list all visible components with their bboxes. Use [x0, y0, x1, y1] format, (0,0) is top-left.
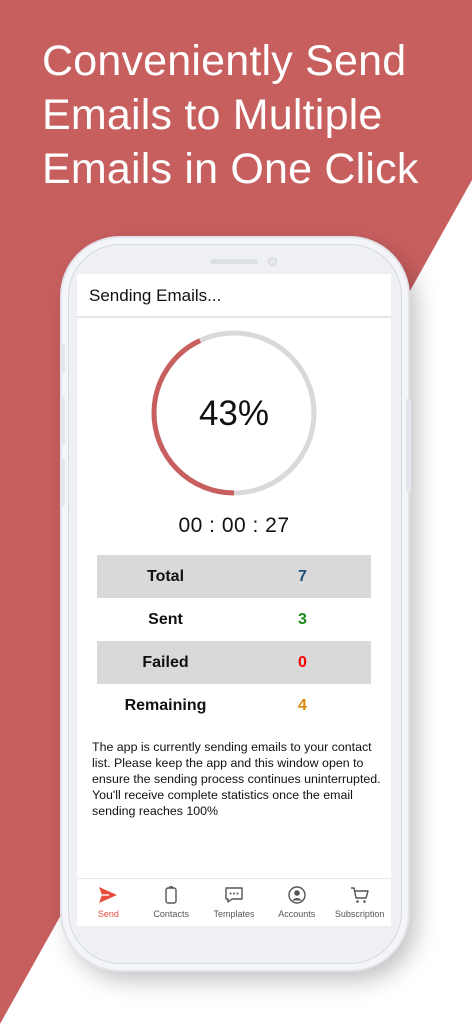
tab-accounts[interactable]: Accounts [265, 879, 328, 926]
volume-up-button [60, 397, 65, 445]
tab-label: Send [97, 909, 119, 919]
headline: Conveniently Send Emails to Multiple Ema… [42, 34, 462, 196]
stats-value-sent: 3 [298, 610, 307, 628]
tab-label: Templates [213, 909, 255, 919]
headline-line-1: Conveniently Send [42, 37, 407, 85]
volume-down-button [60, 458, 65, 506]
tab-label: Contacts [153, 909, 189, 919]
info-message: The app is currently sending emails to y… [92, 740, 381, 818]
headline-line-2: Emails to Multiple [42, 91, 383, 139]
mute-switch [60, 343, 65, 373]
page-title: Sending Emails... [89, 286, 222, 305]
stats-label: Sent [148, 610, 183, 628]
bottom-tab-bar: Send Contacts Templates Accounts Subscri… [77, 878, 391, 926]
headline-line-3: Emails in One Click [42, 145, 419, 193]
front-camera [268, 257, 277, 266]
stats-label: Failed [142, 653, 189, 671]
power-button [406, 398, 411, 493]
stats-table: Total 7 Sent 3 Failed 0 Remaining 4 [97, 555, 371, 727]
speaker-grille [210, 259, 258, 264]
tab-templates[interactable]: Templates [203, 879, 266, 926]
stats-value-failed: 0 [298, 653, 307, 671]
stats-value-remaining: 4 [298, 696, 307, 714]
progress-percent: 43% [198, 394, 270, 433]
app-bar: Sending Emails... [77, 274, 391, 318]
cart-icon [350, 887, 369, 903]
stats-row-failed: Failed 0 [97, 641, 371, 684]
stats-label: Remaining [124, 696, 207, 714]
tab-subscription[interactable]: Subscription [328, 879, 391, 926]
stats-value-total: 7 [298, 567, 307, 585]
tab-contacts[interactable]: Contacts [140, 879, 203, 926]
stats-row-total: Total 7 [97, 555, 371, 598]
tab-label: Accounts [278, 909, 316, 919]
stats-row-sent: Sent 3 [97, 598, 371, 641]
tab-label: Subscription [334, 909, 385, 919]
app-screen: Sending Emails... 43% 00 : 00 : 27 Total… [77, 274, 391, 926]
account-icon [288, 886, 306, 904]
elapsed-timer: 00 : 00 : 27 [178, 514, 290, 537]
chat-icon [225, 887, 243, 903]
contacts-icon [165, 886, 177, 904]
stats-row-remaining: Remaining 4 [97, 684, 371, 727]
stats-label: Total [146, 567, 185, 585]
send-icon [99, 887, 118, 903]
tab-send[interactable]: Send [77, 879, 140, 926]
